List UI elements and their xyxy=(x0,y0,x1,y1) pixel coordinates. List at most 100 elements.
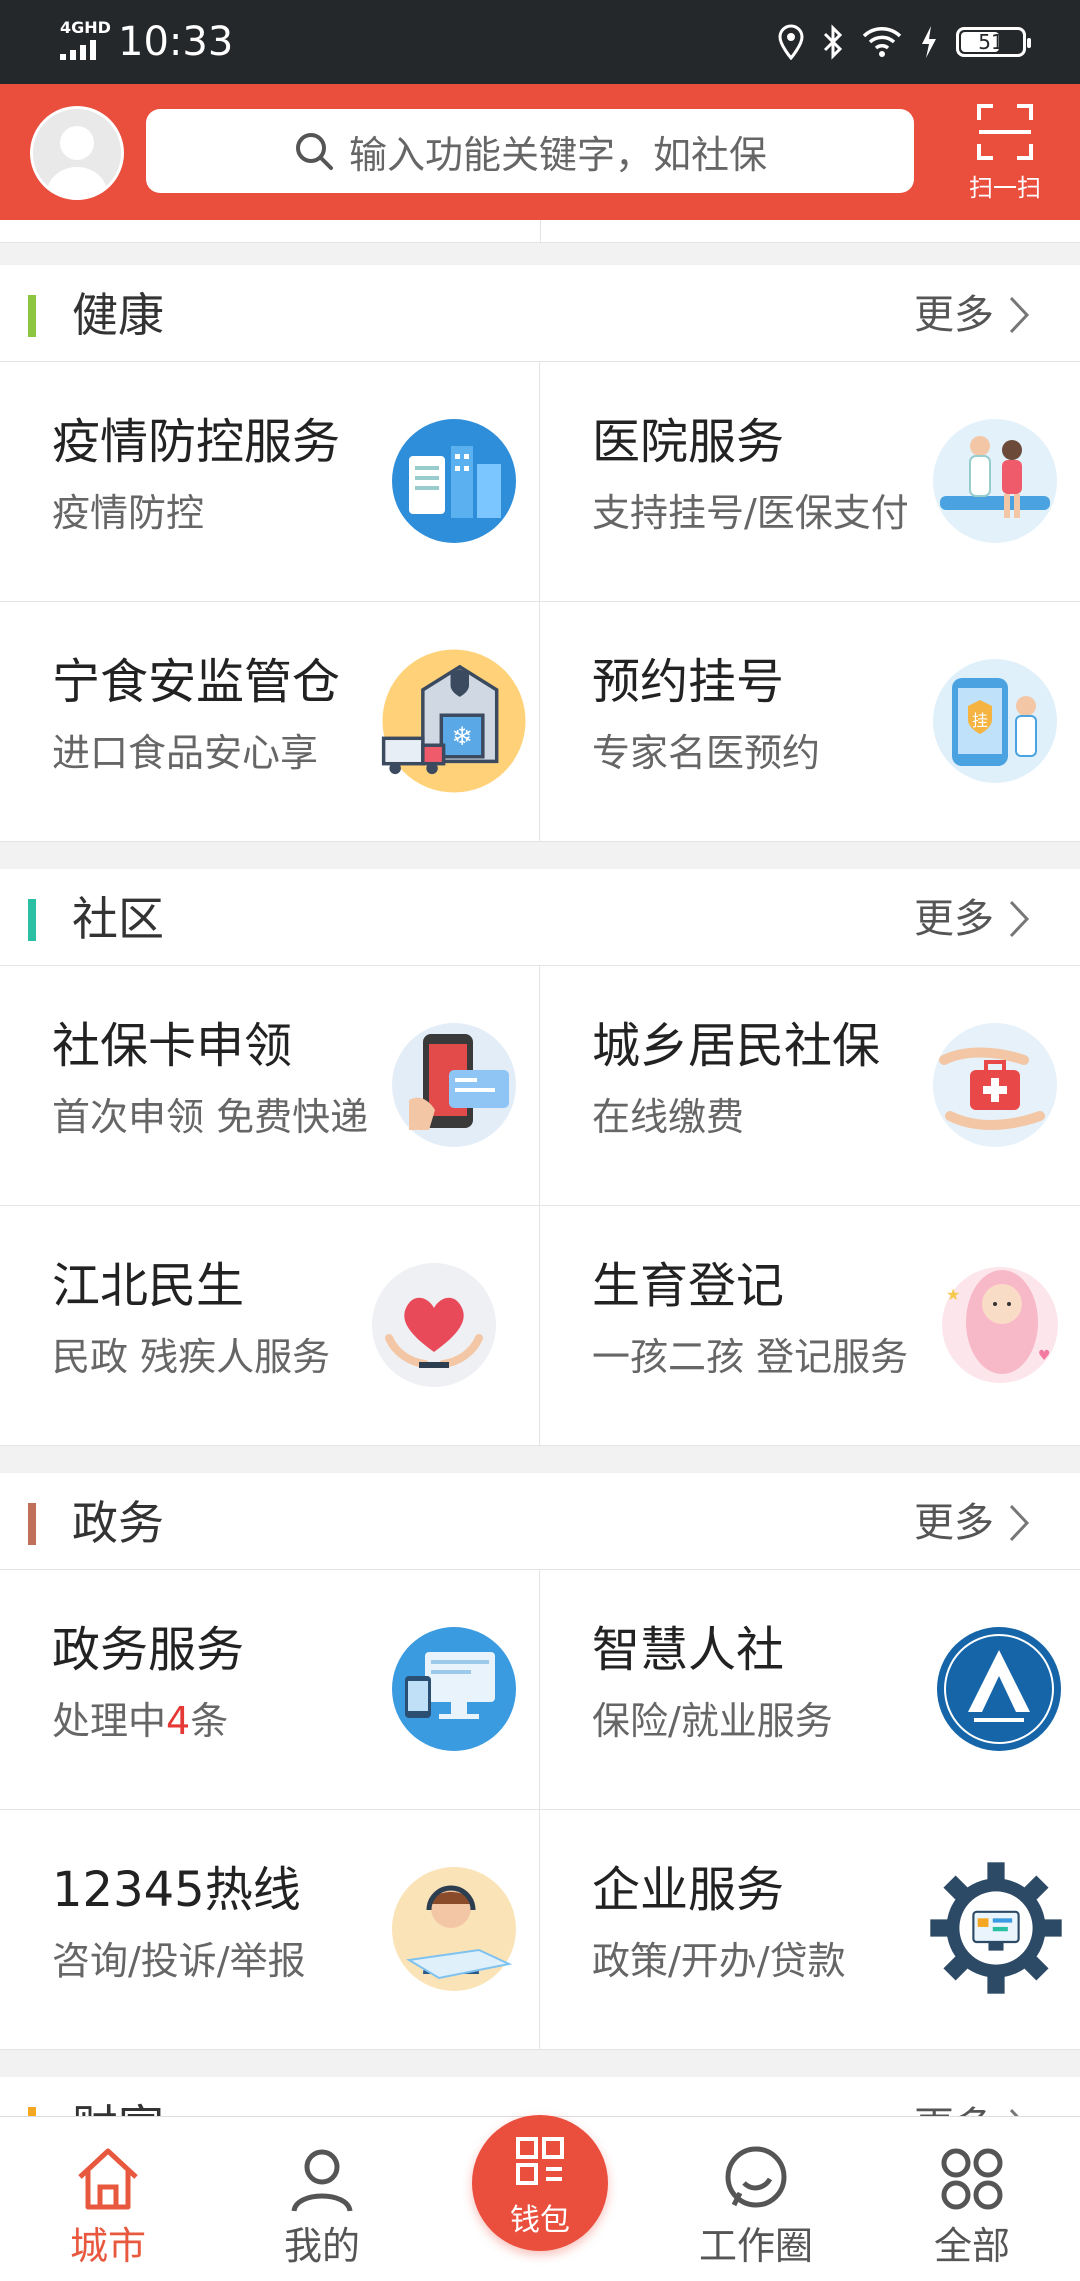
card-subtitle: 专家名医预约 xyxy=(592,731,821,775)
tab-label: 城市 xyxy=(69,2224,146,2268)
grid-apps-icon xyxy=(941,2148,1003,2210)
hotline-agent-icon xyxy=(392,1867,516,1991)
wifi-icon xyxy=(862,27,902,57)
search-icon xyxy=(295,133,333,170)
card-title: 社保卡申领 xyxy=(52,1018,293,1074)
card-subtitle: 在线缴费 xyxy=(592,1095,745,1139)
app-header: 输入功能关键字，如社保 扫一扫 xyxy=(0,84,1080,220)
phone-doctor-icon: 挂 xyxy=(933,659,1057,783)
card-subtitle: 咨询/投诉/举报 xyxy=(52,1939,306,1983)
card-title: 城乡居民社保 xyxy=(592,1018,881,1074)
service-card-livelihood[interactable]: 江北民生 民政 残疾人服务 xyxy=(0,1206,540,1446)
bluetooth-icon xyxy=(823,24,843,60)
service-card-resident-insurance[interactable]: 城乡居民社保 在线缴费 xyxy=(540,966,1080,1206)
service-card-hotline[interactable]: 12345热线 咨询/投诉/举报 xyxy=(0,1810,540,2050)
signal-icon xyxy=(60,40,96,60)
card-subtitle: 一孩二孩 登记服务 xyxy=(592,1335,909,1379)
section-wealth: 财富 更多 xyxy=(0,2077,1080,2117)
service-card-social-card[interactable]: 社保卡申领 首次申领 免费快递 xyxy=(0,966,540,1206)
chat-bubble-icon xyxy=(725,2146,787,2208)
hrss-logo-icon xyxy=(937,1627,1061,1751)
chevron-right-icon xyxy=(1009,1504,1030,1542)
section-header: 政务 更多 xyxy=(0,1473,1080,1570)
baby-icon: ★♥ xyxy=(942,1267,1058,1383)
city-buildings-icon xyxy=(392,419,516,543)
card-subtitle: 处理中4条 xyxy=(52,1699,229,1743)
service-card-enterprise[interactable]: 企业服务 政策/开办/贷款 xyxy=(540,1810,1080,2050)
card-title: 政务服务 xyxy=(52,1622,245,1678)
avatar[interactable] xyxy=(30,106,124,200)
service-card-food-safety[interactable]: 宁食安监管仓 进口食品安心享 ❄ xyxy=(0,602,540,842)
status-bar: 4GHD 10:33 51 xyxy=(0,0,1080,84)
card-subtitle: 政策/开办/贷款 xyxy=(592,1939,846,1983)
service-card-gov-service[interactable]: 政务服务 处理中4条 xyxy=(0,1570,540,1810)
more-link[interactable]: 更多 xyxy=(914,1499,1030,1547)
card-title: 企业服务 xyxy=(592,1862,785,1918)
card-subtitle: 保险/就业服务 xyxy=(592,1699,833,1743)
section-title: 财富 xyxy=(72,2099,164,2117)
scan-button[interactable]: 扫一扫 xyxy=(950,102,1060,202)
phone-card-icon xyxy=(392,1023,516,1147)
section-title: 社区 xyxy=(72,892,164,946)
card-title: 生育登记 xyxy=(592,1258,785,1314)
chevron-right-icon xyxy=(1009,900,1030,938)
gear-screen-icon xyxy=(930,1862,1062,1994)
chevron-right-icon xyxy=(1009,296,1030,334)
doctor-patient-icon xyxy=(933,419,1057,543)
more-link[interactable]: 更多 xyxy=(914,291,1030,339)
card-title: 疫情防控服务 xyxy=(52,414,341,470)
service-card-epidemic[interactable]: 疫情防控服务 疫情防控 xyxy=(0,362,540,602)
previous-section-remnant xyxy=(0,220,1080,243)
more-link[interactable]: 更多 xyxy=(914,895,1030,943)
section-title: 政务 xyxy=(72,1496,164,1550)
medical-kit-icon xyxy=(933,1023,1057,1147)
service-card-smart-hrss[interactable]: 智慧人社 保险/就业服务 xyxy=(540,1570,1080,1810)
tab-label: 工作圈 xyxy=(698,2224,813,2268)
home-icon xyxy=(78,2148,138,2210)
card-subtitle: 支持挂号/医保支付 xyxy=(592,491,909,535)
charging-icon xyxy=(922,26,936,58)
card-title: 智慧人社 xyxy=(592,1622,785,1678)
card-title: 宁食安监管仓 xyxy=(52,654,341,710)
search-placeholder: 输入功能关键字，如社保 xyxy=(348,132,767,177)
section-government: 政务 更多 政务服务 处理中4条 智慧人社 保险/就业服务 12345热线 咨询… xyxy=(0,1473,1080,2050)
section-community: 社区 更多 社保卡申领 首次申领 免费快递 城乡居民社保 在线缴费 江北民生 民… xyxy=(0,869,1080,1446)
card-subtitle: 进口食品安心享 xyxy=(52,731,319,775)
svg-text:挂: 挂 xyxy=(972,711,988,730)
heart-hands-icon xyxy=(372,1263,496,1387)
card-subtitle: 首次申领 免费快递 xyxy=(52,1095,369,1139)
section-header: 财富 更多 xyxy=(0,2077,1080,2117)
svg-text:❄: ❄ xyxy=(451,721,472,751)
card-subtitle: 疫情防控 xyxy=(52,491,205,535)
scan-icon xyxy=(977,104,1033,160)
service-card-birth-registration[interactable]: 生育登记 一孩二孩 登记服务 ★ ♥ xyxy=(540,1206,1080,1446)
search-input[interactable]: 输入功能关键字，如社保 xyxy=(146,109,914,193)
bottom-tab-bar: 城市 我的 钱包 工作圈 全部 xyxy=(0,2115,1080,2281)
service-card-hospital[interactable]: 医院服务 支持挂号/医保支付 xyxy=(540,362,1080,602)
card-title: 江北民生 xyxy=(52,1258,245,1314)
computer-devices-icon xyxy=(392,1627,516,1751)
more-link[interactable]: 更多 xyxy=(914,2103,1030,2117)
cold-storage-truck-icon: ❄ xyxy=(381,649,526,793)
wallet-button[interactable]: 钱包 xyxy=(472,2115,608,2251)
svg-text:♥: ♥ xyxy=(1038,1348,1051,1364)
card-title: 医院服务 xyxy=(592,414,785,470)
battery-indicator: 51 xyxy=(956,27,1031,57)
clock: 10:33 xyxy=(118,19,234,65)
wallet-label: 钱包 xyxy=(510,2203,570,2238)
section-accent-bar xyxy=(28,899,36,941)
tab-label: 我的 xyxy=(283,2224,360,2268)
tab-label: 全部 xyxy=(933,2224,1010,2268)
section-title: 健康 xyxy=(72,288,164,342)
section-health: 健康 更多 疫情防控服务 疫情防控 医院服务 支持挂号/医保支付 宁食安监管仓 … xyxy=(0,265,1080,842)
person-icon xyxy=(291,2149,353,2212)
section-accent-bar xyxy=(28,295,36,337)
qr-code-icon xyxy=(516,2137,564,2185)
card-title: 预约挂号 xyxy=(592,654,785,710)
network-type: 4GHD xyxy=(60,18,111,37)
service-card-appointment[interactable]: 预约挂号 专家名医预约 挂 xyxy=(540,602,1080,842)
section-accent-bar xyxy=(28,1503,36,1545)
pending-count: 4 xyxy=(166,1699,191,1743)
user-avatar-icon xyxy=(33,109,121,197)
location-icon xyxy=(778,24,804,60)
